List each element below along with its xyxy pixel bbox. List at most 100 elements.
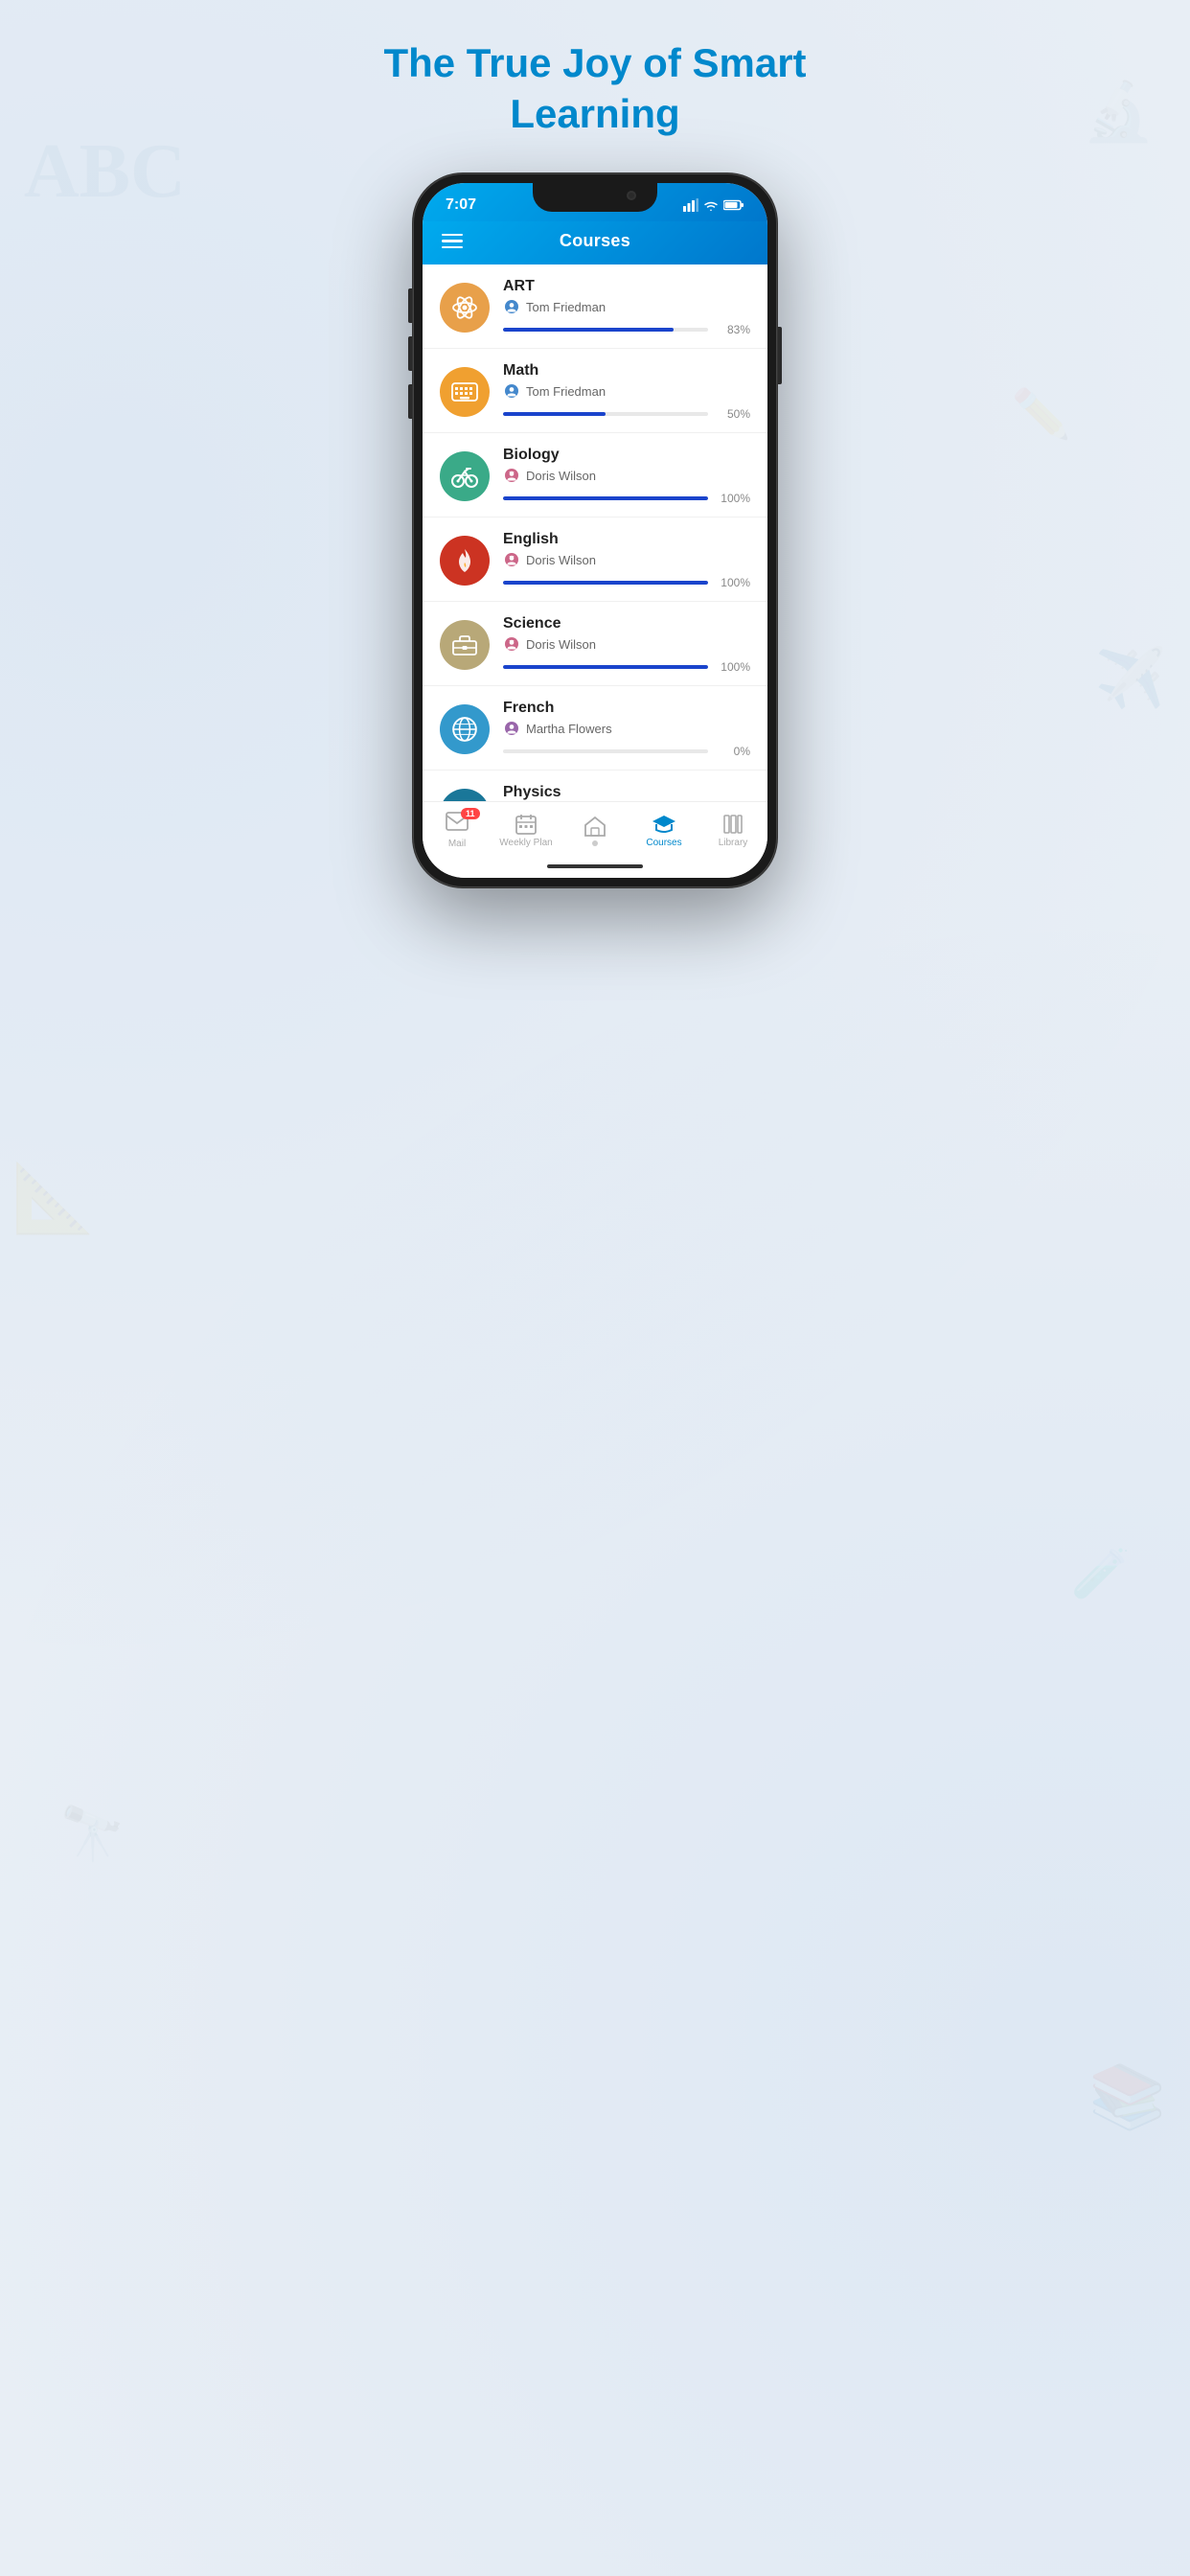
course-info: French Martha Flowers 0% xyxy=(503,700,750,758)
progress-bar-bg xyxy=(503,665,708,669)
course-teacher: Tom Friedman xyxy=(503,298,750,315)
status-icons xyxy=(683,198,744,212)
status-time: 7:07 xyxy=(446,196,476,214)
progress-pct: 0% xyxy=(716,745,750,758)
progress-bar-fill xyxy=(503,328,674,332)
nav-weekly-plan[interactable]: Weekly Plan xyxy=(492,814,561,848)
courses-icon xyxy=(652,814,676,835)
course-info: Physics Martha Flowers 48% xyxy=(503,784,750,801)
course-teacher: Doris Wilson xyxy=(503,551,750,568)
progress-row: 100% xyxy=(503,660,750,674)
progress-bar-fill xyxy=(503,665,708,669)
course-icon xyxy=(440,789,490,802)
course-name: Biology xyxy=(503,447,750,464)
header-title: Courses xyxy=(560,231,630,251)
progress-row: 100% xyxy=(503,576,750,589)
teacher-avatar xyxy=(503,635,520,653)
page-headline: The True Joy of Smart Learning xyxy=(383,38,806,139)
teacher-name: Doris Wilson xyxy=(526,553,596,567)
course-name: French xyxy=(503,700,750,717)
course-item[interactable]: English Doris Wilson 100% xyxy=(423,518,767,602)
bottom-nav: 11 Mail Weekly Plan xyxy=(423,801,767,855)
course-item[interactable]: Math Tom Friedman 50% xyxy=(423,349,767,433)
teacher-avatar xyxy=(503,467,520,484)
course-info: Math Tom Friedman 50% xyxy=(503,362,750,421)
headline-line2: Learning xyxy=(510,91,679,136)
progress-bar-bg xyxy=(503,496,708,500)
progress-pct: 100% xyxy=(716,492,750,505)
progress-bar-fill xyxy=(503,496,708,500)
progress-bar-bg xyxy=(503,328,708,332)
course-info: English Doris Wilson 100% xyxy=(503,531,750,589)
hamburger-menu[interactable] xyxy=(442,234,463,249)
course-name: English xyxy=(503,531,750,548)
course-teacher: Doris Wilson xyxy=(503,635,750,653)
nav-mail[interactable]: 11 Mail xyxy=(423,812,492,849)
progress-bar-bg xyxy=(503,581,708,585)
progress-pct: 50% xyxy=(716,407,750,421)
course-item[interactable]: French Martha Flowers 0% xyxy=(423,686,767,770)
home-icon xyxy=(584,816,606,837)
course-icon xyxy=(440,451,490,501)
teacher-avatar xyxy=(503,551,520,568)
front-camera xyxy=(627,191,636,200)
home-indicator xyxy=(423,855,767,878)
teacher-name: Martha Flowers xyxy=(526,722,612,736)
library-icon xyxy=(722,814,744,835)
teacher-name: Tom Friedman xyxy=(526,300,606,314)
nav-library-label: Library xyxy=(719,838,748,848)
teacher-name: Doris Wilson xyxy=(526,469,596,483)
nav-library[interactable]: Library xyxy=(698,814,767,848)
nav-courses[interactable]: Courses xyxy=(629,814,698,848)
course-item[interactable]: Physics Martha Flowers 48% xyxy=(423,770,767,801)
course-info: Biology Doris Wilson 100% xyxy=(503,447,750,505)
calendar-icon xyxy=(515,814,537,835)
course-teacher: Tom Friedman xyxy=(503,382,750,400)
phone-outer: 7:07 xyxy=(413,173,777,887)
course-teacher: Doris Wilson xyxy=(503,467,750,484)
progress-row: 83% xyxy=(503,323,750,336)
teacher-avatar xyxy=(503,720,520,737)
nav-weekly-label: Weekly Plan xyxy=(499,838,552,848)
signal-icon xyxy=(683,198,698,212)
phone-notch xyxy=(533,183,657,212)
progress-bar-bg xyxy=(503,412,708,416)
headline-normal: The True Joy of xyxy=(383,40,692,85)
home-dot xyxy=(592,840,598,846)
course-icon xyxy=(440,367,490,417)
app-header: Courses xyxy=(423,221,767,264)
nav-courses-label: Courses xyxy=(646,838,681,848)
course-info: ART Tom Friedman 83% xyxy=(503,278,750,336)
course-icon xyxy=(440,620,490,670)
progress-row: 0% xyxy=(503,745,750,758)
course-name: ART xyxy=(503,278,750,295)
headline-bold: Smart xyxy=(693,40,807,85)
progress-pct: 100% xyxy=(716,660,750,674)
course-icon xyxy=(440,283,490,333)
teacher-name: Tom Friedman xyxy=(526,384,606,399)
courses-list: ART Tom Friedman 83% xyxy=(423,264,767,801)
course-teacher: Martha Flowers xyxy=(503,720,750,737)
teacher-avatar xyxy=(503,382,520,400)
progress-row: 100% xyxy=(503,492,750,505)
course-icon xyxy=(440,704,490,754)
nav-mail-label: Mail xyxy=(448,839,466,849)
course-name: Physics xyxy=(503,784,750,801)
battery-icon xyxy=(723,199,744,211)
teacher-name: Doris Wilson xyxy=(526,637,596,652)
mail-badge: 11 xyxy=(461,808,480,819)
wifi-icon xyxy=(703,199,719,212)
nav-home[interactable] xyxy=(561,816,629,846)
teacher-avatar xyxy=(503,298,520,315)
course-name: Science xyxy=(503,615,750,632)
progress-bar-bg xyxy=(503,749,708,753)
course-item[interactable]: Science Doris Wilson 100% xyxy=(423,602,767,686)
progress-row: 50% xyxy=(503,407,750,421)
progress-pct: 83% xyxy=(716,323,750,336)
course-item[interactable]: Biology Doris Wilson 100% xyxy=(423,433,767,518)
phone-mockup: 7:07 xyxy=(413,173,777,887)
course-info: Science Doris Wilson 100% xyxy=(503,615,750,674)
course-icon xyxy=(440,536,490,586)
course-item[interactable]: ART Tom Friedman 83% xyxy=(423,264,767,349)
progress-bar-fill xyxy=(503,581,708,585)
